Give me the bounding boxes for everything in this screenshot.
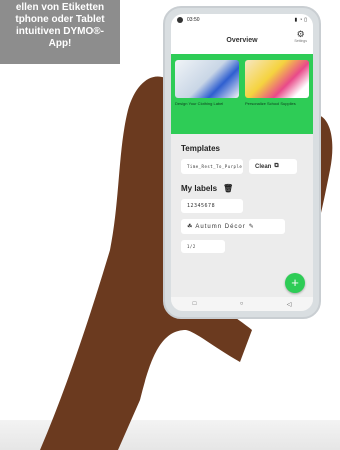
status-bar: 03:50 ▮ ◔ ▯: [171, 14, 313, 26]
settings-button[interactable]: ⚙ Settings: [294, 29, 307, 44]
app-bar: Overview ⚙ Settings: [171, 26, 313, 54]
labels-heading-row: My labels 🗑: [181, 184, 303, 193]
home-button[interactable]: ○: [240, 301, 244, 307]
trash-icon[interactable]: 🗑: [223, 184, 233, 193]
add-label-button[interactable]: +: [285, 273, 305, 293]
labels-section: My labels 🗑 12345678 ☘ Autumn Décor ✎ 1/…: [171, 184, 313, 253]
template-tile-1[interactable]: Time_Rest_To_Purple: [181, 159, 243, 174]
settings-label: Settings: [294, 39, 307, 43]
android-navbar: □ ○ ◁: [171, 297, 313, 311]
battery-icon: ▯: [304, 17, 307, 23]
label-preview-text: Autumn Décor: [195, 223, 246, 230]
leaf-icon: ☘: [187, 224, 193, 230]
wifi-icon: ◔: [299, 17, 303, 23]
card-image: [245, 60, 309, 98]
label-preview-text: 1/2: [187, 244, 196, 249]
status-icons: ▮ ◔ ▯: [294, 17, 307, 23]
templates-section: Templates Time_Rest_To_Purple Clean ⧉: [171, 144, 313, 174]
card-caption: Personalize School Supplies: [245, 101, 296, 106]
phone-screen: 03:50 ▮ ◔ ▯ Overview ⚙ Settings Design Y…: [171, 14, 313, 311]
gear-icon: ⚙: [296, 29, 305, 39]
labels-heading: My labels: [181, 184, 218, 193]
template-name: Clean: [255, 163, 272, 170]
edit-icon: ✎: [248, 224, 254, 230]
back-button[interactable]: ◁: [287, 301, 292, 308]
template-tile-clean[interactable]: Clean ⧉: [249, 159, 297, 174]
template-preview-text: Time_Rest_To_Purple: [187, 164, 243, 169]
card-caption: Design Your Clothing Label: [175, 101, 224, 106]
label-preview-text: 12345678: [187, 203, 216, 209]
card-image: [175, 60, 239, 98]
page-title: Overview: [226, 36, 258, 44]
carousel-card-school[interactable]: Personalize School Supplies: [245, 60, 309, 128]
status-time: 03:50: [187, 17, 200, 23]
carousel-card-clothing[interactable]: Design Your Clothing Label: [175, 60, 239, 128]
templates-heading: Templates: [181, 144, 220, 153]
recents-button[interactable]: □: [193, 301, 197, 307]
promo-carousel: Design Your Clothing Label Personalize S…: [171, 54, 313, 134]
label-tile-small[interactable]: 1/2: [181, 240, 225, 253]
copy-icon: ⧉: [274, 163, 279, 169]
phone-device: 03:50 ▮ ◔ ▯ Overview ⚙ Settings Design Y…: [163, 6, 321, 319]
label-tile-autumn[interactable]: ☘ Autumn Décor ✎: [181, 219, 285, 234]
label-tile-barcode[interactable]: 12345678: [181, 199, 243, 213]
camera-icon: [177, 17, 183, 23]
signal-icon: ▮: [294, 17, 298, 23]
